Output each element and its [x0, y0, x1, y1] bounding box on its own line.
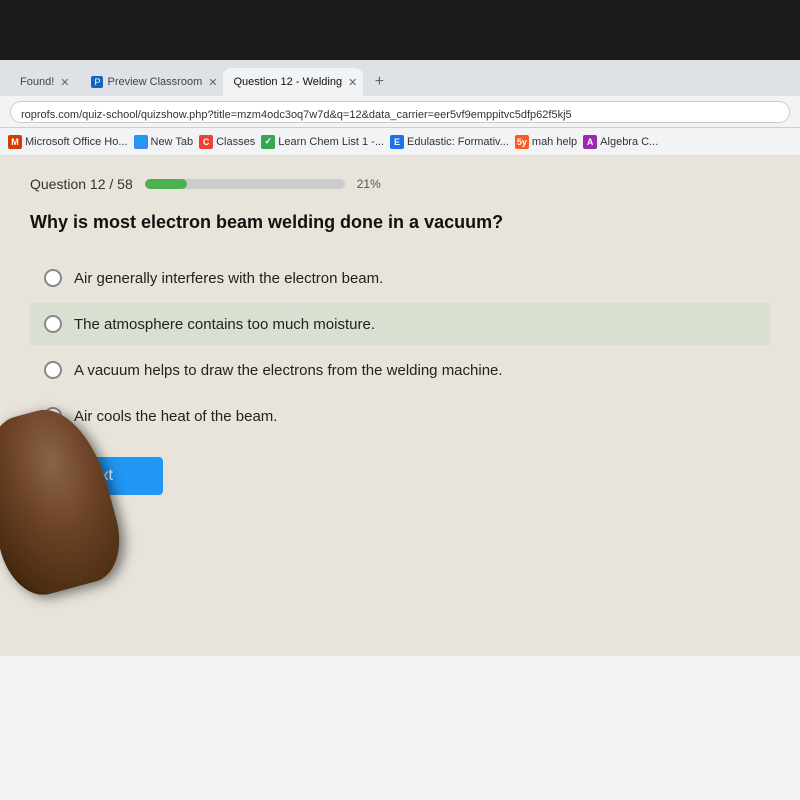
- tab-question12-label: Question 12 - Welding: [233, 76, 342, 88]
- bookmark-microsoft-label: Microsoft Office Ho...: [25, 136, 128, 148]
- bezel-top: [0, 0, 800, 60]
- bookmark-classes-icon: C: [199, 135, 213, 149]
- browser-window: Found! ✕ P Preview Classroom ✕ Question …: [0, 60, 800, 800]
- bookmarks-bar: M Microsoft Office Ho... 🌐 New Tab C Cla…: [0, 128, 800, 156]
- bookmark-algebra-icon: A: [583, 135, 597, 149]
- answer-option-c[interactable]: A vacuum helps to draw the electrons fro…: [30, 349, 770, 391]
- bookmark-newtab[interactable]: 🌐 New Tab: [134, 135, 194, 149]
- tab-preview-icon: P: [91, 76, 103, 88]
- next-button[interactable]: Next: [30, 457, 163, 495]
- tab-question12-close[interactable]: ✕: [348, 76, 357, 89]
- bookmark-microsoft[interactable]: M Microsoft Office Ho...: [8, 135, 128, 149]
- bookmark-learnchem-icon: ✓: [261, 135, 275, 149]
- answer-d-text: Air cools the heat of the beam.: [74, 408, 277, 425]
- progress-area: Question 12 / 58 21%: [30, 176, 770, 192]
- answer-a-text: Air generally interferes with the electr…: [74, 270, 383, 287]
- bookmark-learnchem[interactable]: ✓ Learn Chem List 1 -...: [261, 135, 384, 149]
- radio-b[interactable]: [44, 315, 62, 333]
- bookmark-classes[interactable]: C Classes: [199, 135, 255, 149]
- tab-found[interactable]: Found! ✕: [10, 68, 79, 96]
- bookmark-newtab-label: New Tab: [151, 136, 194, 148]
- radio-c[interactable]: [44, 361, 62, 379]
- bookmark-microsoft-icon: M: [8, 135, 22, 149]
- answer-option-d[interactable]: Air cools the heat of the beam.: [30, 395, 770, 437]
- bookmark-learnchem-label: Learn Chem List 1 -...: [278, 136, 384, 148]
- bookmark-algebra-label: Algebra C...: [600, 136, 658, 148]
- answer-option-a[interactable]: Air generally interferes with the electr…: [30, 257, 770, 299]
- address-input[interactable]: roprofs.com/quiz-school/quizshow.php?tit…: [10, 101, 790, 123]
- progress-label: Question 12 / 58: [30, 176, 133, 192]
- answer-option-b[interactable]: The atmosphere contains too much moistur…: [30, 303, 770, 345]
- radio-d[interactable]: [44, 407, 62, 425]
- tab-preview-close[interactable]: ✕: [208, 76, 217, 89]
- tab-question12[interactable]: Question 12 - Welding ✕: [223, 68, 363, 96]
- bookmark-edulastic-label: Edulastic: Formativ...: [407, 136, 509, 148]
- radio-a[interactable]: [44, 269, 62, 287]
- finger-overlay: [0, 416, 130, 616]
- answer-c-text: A vacuum helps to draw the electrons fro…: [74, 362, 503, 379]
- page-content: Question 12 / 58 21% Why is most electro…: [0, 156, 800, 656]
- bookmark-edulastic-icon: E: [390, 135, 404, 149]
- address-bar: roprofs.com/quiz-school/quizshow.php?tit…: [0, 96, 800, 128]
- new-tab-button[interactable]: +: [365, 68, 393, 96]
- tab-preview-classroom[interactable]: P Preview Classroom ✕: [81, 68, 221, 96]
- progress-pct: 21%: [357, 177, 381, 191]
- progress-bar-container: [145, 179, 345, 189]
- bookmark-mahhelp-icon: 5y: [515, 135, 529, 149]
- answer-b-text: The atmosphere contains too much moistur…: [74, 316, 375, 333]
- progress-bar-fill: [145, 179, 187, 189]
- bookmark-classes-label: Classes: [216, 136, 255, 148]
- tab-bar: Found! ✕ P Preview Classroom ✕ Question …: [0, 60, 800, 96]
- bookmark-newtab-icon: 🌐: [134, 135, 148, 149]
- tab-found-label: Found!: [20, 76, 54, 88]
- bookmark-mahhelp[interactable]: 5y mah help: [515, 135, 577, 149]
- bookmark-algebra[interactable]: A Algebra C...: [583, 135, 658, 149]
- bookmark-mahhelp-label: mah help: [532, 136, 577, 148]
- bookmark-edulastic[interactable]: E Edulastic: Formativ...: [390, 135, 509, 149]
- tab-found-close[interactable]: ✕: [60, 76, 69, 89]
- question-text: Why is most electron beam welding done i…: [30, 210, 770, 235]
- tab-preview-label: Preview Classroom: [107, 76, 202, 88]
